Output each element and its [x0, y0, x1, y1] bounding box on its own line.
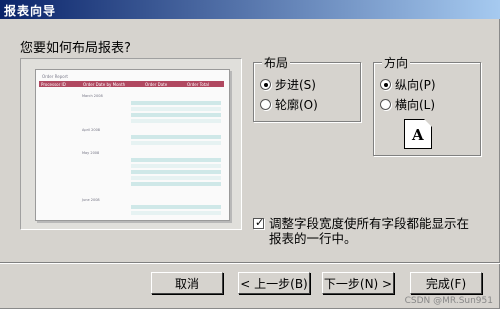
orientation-group-label: 方向 — [382, 54, 411, 71]
portrait-page-icon: A — [404, 119, 432, 149]
preview-data-row — [131, 101, 221, 105]
radio-selected-icon — [260, 79, 271, 90]
layout-stepped-radio[interactable]: 步进(S) — [260, 76, 316, 93]
title-bar[interactable]: 报表向导 — [0, 0, 500, 19]
preview-column-header: Processor ID — [41, 81, 66, 87]
report-preview: Order Report Processor ID Order Date by … — [20, 58, 242, 230]
preview-data-row — [131, 113, 221, 117]
layout-group-label: 布局 — [262, 54, 291, 71]
window-title: 报表向导 — [4, 4, 57, 18]
preview-column-header: Order Date — [145, 81, 168, 87]
preview-header-row: Processor ID Order Date by Month Order D… — [39, 81, 224, 87]
page-letter: A — [412, 126, 424, 144]
preview-group-label: May 2008 — [82, 151, 100, 155]
preview-column-header: Order Date by Month — [83, 81, 126, 87]
radio-label: 纵向(P) — [395, 78, 436, 92]
radio-label: 横向(L) — [395, 98, 436, 112]
preview-data-row — [131, 176, 221, 180]
orientation-landscape-radio[interactable]: 横向(L) — [380, 96, 435, 113]
radio-unselected-icon — [380, 99, 391, 110]
preview-data-row — [131, 170, 221, 174]
orientation-portrait-radio[interactable]: 纵向(P) — [380, 76, 436, 93]
preview-paper: Order Report Processor ID Order Date by … — [35, 69, 230, 221]
finish-button[interactable]: 完成(F) — [410, 272, 482, 294]
preview-data-row — [131, 135, 221, 139]
separator — [0, 262, 500, 264]
layout-group: 布局 步进(S) 轮廓(O) — [253, 54, 361, 122]
cancel-button[interactable]: 取消 — [151, 272, 223, 294]
checkmark-icon: ✓ — [255, 216, 265, 229]
adjust-field-width-checkbox[interactable]: ✓ — [253, 216, 265, 229]
next-button[interactable]: 下一步(N) > — [322, 272, 394, 294]
preview-data-row — [131, 211, 221, 215]
preview-data-row — [131, 141, 221, 145]
preview-data-row — [131, 107, 221, 111]
preview-data-row — [131, 205, 221, 209]
layout-question: 您要如何布局报表? — [20, 41, 131, 56]
adjust-field-width-label: 调整字段宽度使所有字段都能显示在报表的一行中。 — [269, 216, 470, 246]
preview-group-label: June 2008 — [82, 198, 100, 202]
preview-data-row — [131, 164, 221, 168]
layout-outline-radio[interactable]: 轮廓(O) — [260, 96, 318, 113]
orientation-group: 方向 纵向(P) 横向(L) A — [373, 54, 481, 156]
preview-data-row — [131, 158, 221, 162]
preview-group-label: March 2008 — [82, 94, 103, 98]
radio-unselected-icon — [260, 99, 271, 110]
watermark: CSDN @MR.Sun951 — [404, 296, 493, 306]
radio-label: 步进(S) — [275, 78, 316, 92]
preview-group-label: April 2008 — [82, 128, 101, 132]
preview-data-row — [131, 119, 221, 123]
report-wizard-dialog: 报表向导 您要如何布局报表? Order Report Processor ID… — [0, 0, 500, 309]
radio-selected-icon — [380, 79, 391, 90]
preview-report-title: Order Report — [42, 74, 68, 79]
back-button[interactable]: < 上一步(B) — [238, 272, 310, 294]
radio-label: 轮廓(O) — [275, 98, 318, 112]
preview-column-header: Order Total — [187, 81, 209, 87]
preview-data-row — [131, 182, 221, 186]
